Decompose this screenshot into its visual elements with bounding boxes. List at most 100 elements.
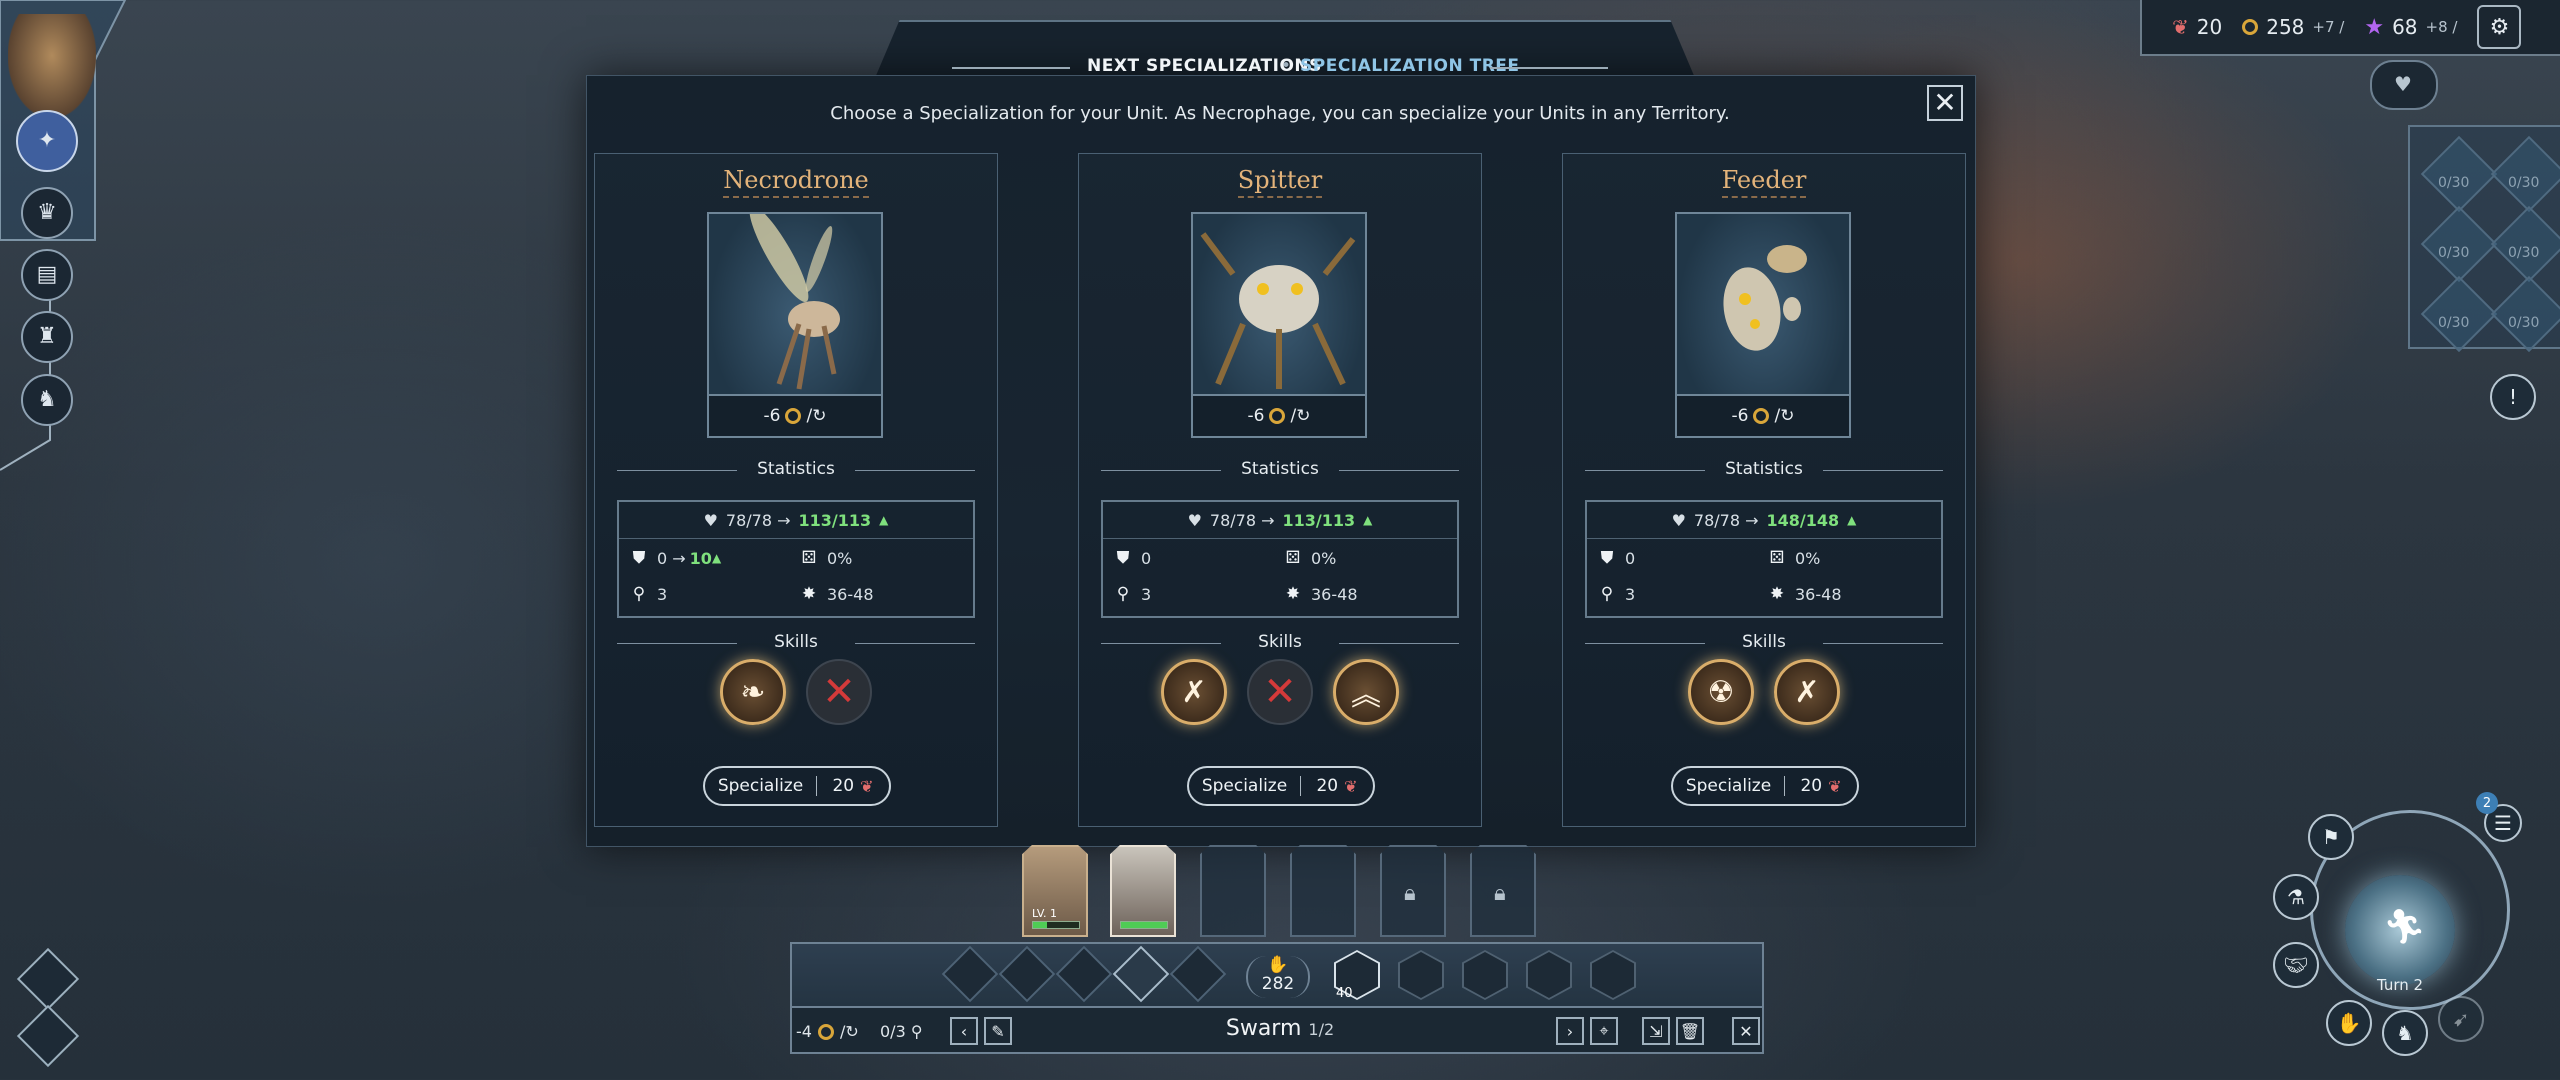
hp-old: 78/78 →	[1693, 510, 1759, 530]
resource-slot[interactable]	[2420, 205, 2498, 283]
population-counter: ✋ 282	[1246, 956, 1310, 998]
increase-icon: ▲	[1847, 513, 1857, 527]
faction-portrait[interactable]	[8, 14, 96, 118]
movement-stat[interactable]: ⚲ 3	[629, 584, 667, 604]
runner-icon: 🏃︎	[2383, 907, 2427, 947]
card-title: Spitter	[1079, 166, 1481, 198]
heart-icon: ♥	[703, 510, 718, 530]
resource-slot[interactable]	[2490, 135, 2560, 213]
armies-button[interactable]: ♜	[21, 311, 73, 363]
gold-value: 258	[2266, 15, 2305, 39]
next-unit-button[interactable]: ›	[1556, 1017, 1584, 1045]
quest-button[interactable]: ⚑	[2308, 814, 2354, 860]
specialize-button[interactable]: Specialize 20 ❦	[703, 766, 891, 806]
trophy-button[interactable]: ♛	[21, 187, 73, 239]
accuracy-stat[interactable]: ⚄ 0%	[1767, 548, 1821, 568]
gear-icon: ⚙	[2489, 14, 2510, 40]
tab-specialization-tree[interactable]: SPECIALIZATION TREE	[1300, 56, 1520, 76]
influence-resource[interactable]: ★ 68 +8 /	[2364, 15, 2457, 40]
resource-slot[interactable]	[2420, 275, 2498, 353]
skill-rank[interactable]: ︽	[1333, 659, 1399, 725]
map-filter-button[interactable]	[16, 947, 80, 1011]
army-unit-slot[interactable]: LV. 1	[1022, 845, 1088, 937]
movement-stat[interactable]: ⚲ 3	[1597, 584, 1635, 604]
movement-stat[interactable]: ⚲ 3	[1113, 584, 1151, 604]
specialize-price: 20 ❦	[832, 776, 874, 796]
unit-tab-icon[interactable]: ✦	[16, 110, 78, 172]
army-unit-slot-selected[interactable]	[1110, 845, 1176, 937]
slot-count: 0/30	[2438, 245, 2470, 261]
codex-button[interactable]: ▤	[21, 249, 73, 301]
influence-icon: ★	[2364, 14, 2385, 40]
split-button[interactable]: ⇲	[1642, 1017, 1670, 1045]
research-button[interactable]: ⚗	[2273, 874, 2319, 920]
per-turn-icon: /↻	[1774, 406, 1795, 426]
crossed-arrows-icon: ✗	[1181, 674, 1207, 710]
skill-empty[interactable]: ✕	[1247, 659, 1313, 725]
gold-icon	[785, 408, 802, 424]
damage-stat[interactable]: ✸ 36-48	[1283, 584, 1358, 604]
close-button[interactable]: ✕	[1927, 85, 1963, 121]
resource-slot[interactable]	[2490, 275, 2560, 353]
prev-unit-button[interactable]: ‹	[950, 1017, 978, 1045]
hand-icon: ✋	[2336, 1011, 2362, 1035]
skill-wing[interactable]: ❧	[720, 659, 786, 725]
armor-stat[interactable]: ⛊ 0 → 10 ▲	[629, 548, 722, 568]
unit-portrait: -6 /↻	[707, 212, 883, 438]
locate-button[interactable]: ⌖	[1590, 1017, 1618, 1045]
diplomacy-button[interactable]: ♥	[2370, 60, 2438, 110]
hp-new: 148/148	[1766, 510, 1840, 530]
accuracy-stat[interactable]: ⚄ 0%	[1283, 548, 1337, 568]
hand-icon: ✋	[1267, 955, 1289, 975]
per-turn-icon: /↻	[1290, 406, 1311, 426]
skill-feast[interactable]: ✗	[1774, 659, 1840, 725]
radiation-icon: ☢	[1707, 674, 1735, 710]
slot-count: 0/30	[2508, 315, 2540, 331]
rename-button[interactable]: ✎	[984, 1017, 1012, 1045]
notification-button[interactable]: !	[2490, 374, 2536, 420]
food-value: 20	[2196, 15, 2223, 39]
army-unit-slot-empty[interactable]	[1200, 845, 1266, 937]
boot-icon: ⚲	[910, 1022, 923, 1041]
unit-hp-bar	[1032, 921, 1080, 929]
hp-old: 78/78 →	[1209, 510, 1275, 530]
skill-spore[interactable]: ☢	[1688, 659, 1754, 725]
army-unit-slot-locked: 🔒︎	[1470, 845, 1536, 937]
food-resource[interactable]: ❦ 20	[2172, 15, 2222, 39]
skill-ranged[interactable]: ✗	[1161, 659, 1227, 725]
units-button[interactable]: ♞	[2382, 1010, 2428, 1056]
damage-stat[interactable]: ✸ 36-48	[799, 584, 874, 604]
skill-empty[interactable]: ✕	[806, 659, 872, 725]
upkeep-cost: -6 /↻	[709, 394, 881, 436]
resource-slot[interactable]	[2490, 205, 2560, 283]
dismiss-button[interactable]: ➹	[2438, 996, 2484, 1042]
resource-slot[interactable]	[2420, 135, 2498, 213]
settings-button[interactable]: ⚙	[2477, 5, 2522, 49]
specialize-button[interactable]: Specialize 20 ❦	[1187, 766, 1375, 806]
skills-row: ✗ ✕ ︽	[1079, 659, 1481, 725]
specialize-button[interactable]: Specialize 20 ❦	[1671, 766, 1859, 806]
armor-stat[interactable]: ⛊ 0	[1113, 548, 1152, 568]
armor-stat[interactable]: ⛊ 0	[1597, 548, 1636, 568]
damage-stat[interactable]: ✸ 36-48	[1767, 584, 1842, 604]
influence-rate: +8 /	[2425, 18, 2458, 36]
gold-icon	[1753, 408, 1770, 424]
heroes-button[interactable]: ♞	[21, 374, 73, 426]
army-unit-slot-empty[interactable]	[1290, 845, 1356, 937]
chevron-up-icon: ︽	[1351, 678, 1381, 713]
stack-icon: ☰	[2494, 811, 2512, 835]
accuracy-stat[interactable]: ⚄ 0%	[799, 548, 853, 568]
notification-badge: 2	[2476, 792, 2498, 814]
gold-resource[interactable]: 258 +7 /	[2242, 15, 2344, 39]
overlay-button[interactable]	[16, 1004, 80, 1068]
delete-button[interactable]: 🗑︎	[1676, 1017, 1704, 1045]
end-turn-button[interactable]: 🏃︎	[2345, 875, 2455, 985]
close-army-button[interactable]: ✕	[1732, 1017, 1760, 1045]
tab-divider	[1490, 67, 1608, 69]
economy-button[interactable]: ✋	[2326, 1000, 2372, 1046]
dialog-subtitle: Choose a Specialization for your Unit. A…	[830, 103, 1730, 124]
turn-label: Turn 2	[2376, 976, 2424, 994]
stats-box: ♥ 78/78 → 148/148 ▲ ⛊ 0 ⚄ 0% ⚲ 3 ✸ 36-48	[1585, 500, 1943, 618]
diplomacy-round-button[interactable]: 🤝︎	[2273, 942, 2319, 988]
card-title: Feeder	[1563, 166, 1965, 198]
